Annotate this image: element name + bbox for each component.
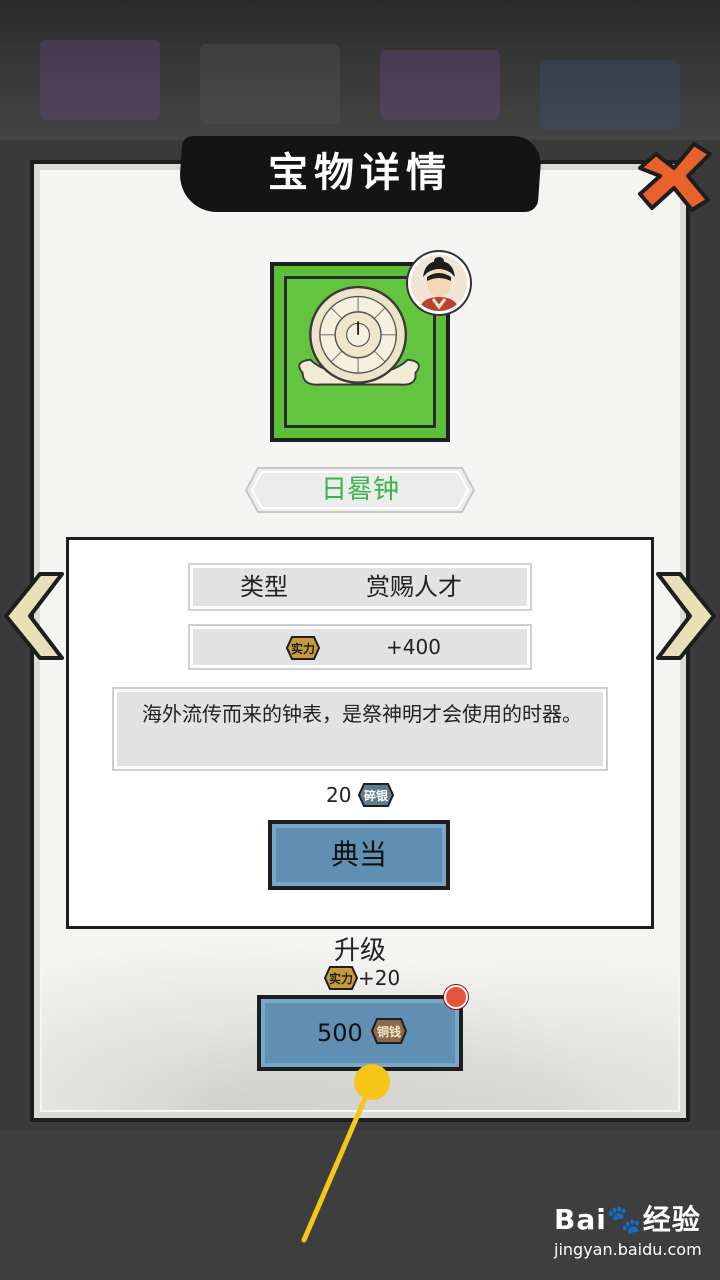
dialog-title: 宝物详情 [268,149,452,196]
item-type-row: 类型 赏赐人才 [188,563,532,611]
watermark: Bai🐾经验 jingyan.baidu.com [552,1196,712,1268]
upgrade-cost: 500 [317,1019,363,1047]
upgrade-button[interactable]: 500 铜钱 [257,995,463,1071]
svg-text:铜钱: 铜钱 [377,1024,401,1039]
background-top [0,0,720,140]
item-type-value: 赏赐人才 [366,573,462,601]
item-type-label: 类型 [240,573,288,601]
character-avatar [408,252,470,314]
upgrade-title: 升级 [333,936,386,966]
pawn-button[interactable]: 典当 [268,820,450,890]
svg-text:碎银: 碎银 [364,788,389,803]
close-x-icon[interactable] [634,138,714,214]
item-power-value: +400 [386,635,441,659]
chevron-right-icon[interactable] [654,572,720,660]
svg-text:实力: 实力 [329,971,353,986]
watermark-url: jingyan.baidu.com [554,1240,702,1259]
watermark-brand: Bai🐾经验 [554,1203,701,1236]
pawn-price-value: 20 [326,783,352,807]
item-description: 海外流传而来的钟表，是祭神明才会使用的时器。 [112,687,608,771]
upgrade-bonus-value: +20 [358,966,401,990]
item-power-row: 实力 +400 [188,624,532,670]
silver-currency-icon: 碎银 [358,783,394,807]
pawn-price: 20 碎银 [326,780,394,810]
power-badge-icon: 实力 [324,966,358,990]
power-badge-icon: 实力 [286,636,320,660]
item-name: 日晷钟 [320,475,399,505]
chevron-left-icon[interactable] [0,572,66,660]
copper-coin-icon: 铜钱 [371,1018,407,1044]
notification-dot [444,985,468,1009]
svg-text:实力: 实力 [291,641,315,656]
